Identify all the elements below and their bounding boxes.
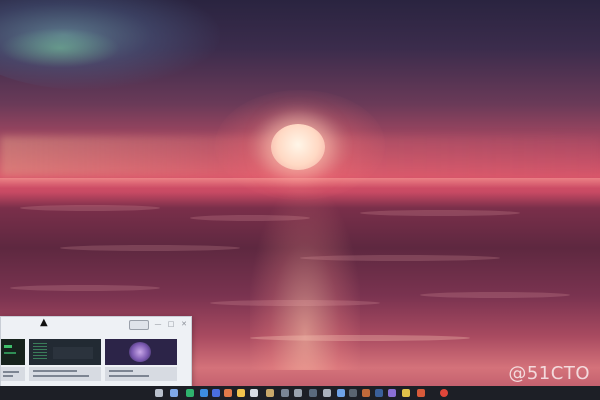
mouse-cursor-icon: ▲	[40, 317, 48, 328]
wallpaper-wave	[20, 205, 160, 211]
app-icon-c[interactable]	[375, 389, 383, 397]
wallpaper-wave	[190, 215, 310, 221]
file-explorer-icon[interactable]	[237, 389, 245, 397]
caption-line	[109, 370, 133, 372]
app-icon-b[interactable]	[362, 389, 370, 397]
close-icon[interactable]: ✕	[179, 320, 189, 328]
edge-icon[interactable]	[200, 389, 208, 397]
terminal-icon[interactable]	[250, 389, 258, 397]
app-icon-g[interactable]	[440, 389, 448, 397]
snap-layout-button[interactable]	[129, 320, 149, 330]
caption-line	[33, 375, 89, 377]
mail-icon[interactable]	[266, 389, 274, 397]
wallpaper-aurora	[0, 28, 120, 68]
music-icon[interactable]	[281, 389, 289, 397]
browser-icon[interactable]	[186, 389, 194, 397]
notepad-icon[interactable]	[337, 389, 345, 397]
wallpaper-wave	[10, 285, 160, 291]
window-thumb-terminal[interactable]	[1, 339, 25, 365]
maximize-icon[interactable]: □	[166, 320, 176, 328]
app-icon-d[interactable]	[388, 389, 396, 397]
watermark-text: @51CTO	[508, 363, 590, 384]
window-caption-desktop	[29, 367, 101, 381]
thumb-content	[129, 342, 151, 362]
wallpaper-horizon	[0, 178, 600, 188]
desktop: @51CTO — □ ✕ ▲	[0, 0, 600, 400]
caption-line	[33, 370, 77, 372]
window-caption-terminal	[1, 367, 25, 381]
store-icon[interactable]	[212, 389, 220, 397]
thumb-content	[53, 347, 93, 359]
app-icon-a[interactable]	[349, 389, 357, 397]
window-caption-wallpaper	[105, 367, 177, 381]
task-switcher-header: — □ ✕	[1, 317, 191, 331]
camera-icon[interactable]	[309, 389, 317, 397]
caption-line	[3, 375, 13, 377]
wallpaper-wave	[300, 255, 500, 261]
caption-line	[109, 375, 149, 377]
wallpaper-wave	[60, 245, 240, 251]
wallpaper-wave	[420, 292, 570, 298]
task-switcher: — □ ✕	[0, 316, 192, 388]
settings-icon[interactable]	[294, 389, 302, 397]
window-thumb-desktop[interactable]	[29, 339, 101, 365]
wallpaper-wave	[360, 210, 520, 216]
chat-icon[interactable]	[170, 389, 178, 397]
photos-icon[interactable]	[224, 389, 232, 397]
caption-line	[3, 371, 19, 373]
window-thumb-wallpaper[interactable]	[105, 339, 177, 365]
minimize-icon[interactable]: —	[153, 320, 163, 328]
calculator-icon[interactable]	[323, 389, 331, 397]
taskbar	[0, 386, 600, 400]
search-icon[interactable]	[155, 389, 163, 397]
wallpaper-sun	[271, 124, 325, 170]
thumb-content	[33, 343, 47, 361]
app-icon-e[interactable]	[402, 389, 410, 397]
terminal-text-line	[4, 345, 12, 348]
wallpaper-wave	[210, 300, 380, 306]
terminal-text-line	[4, 352, 16, 354]
wallpaper-wave	[250, 335, 470, 341]
app-icon-f[interactable]	[417, 389, 425, 397]
